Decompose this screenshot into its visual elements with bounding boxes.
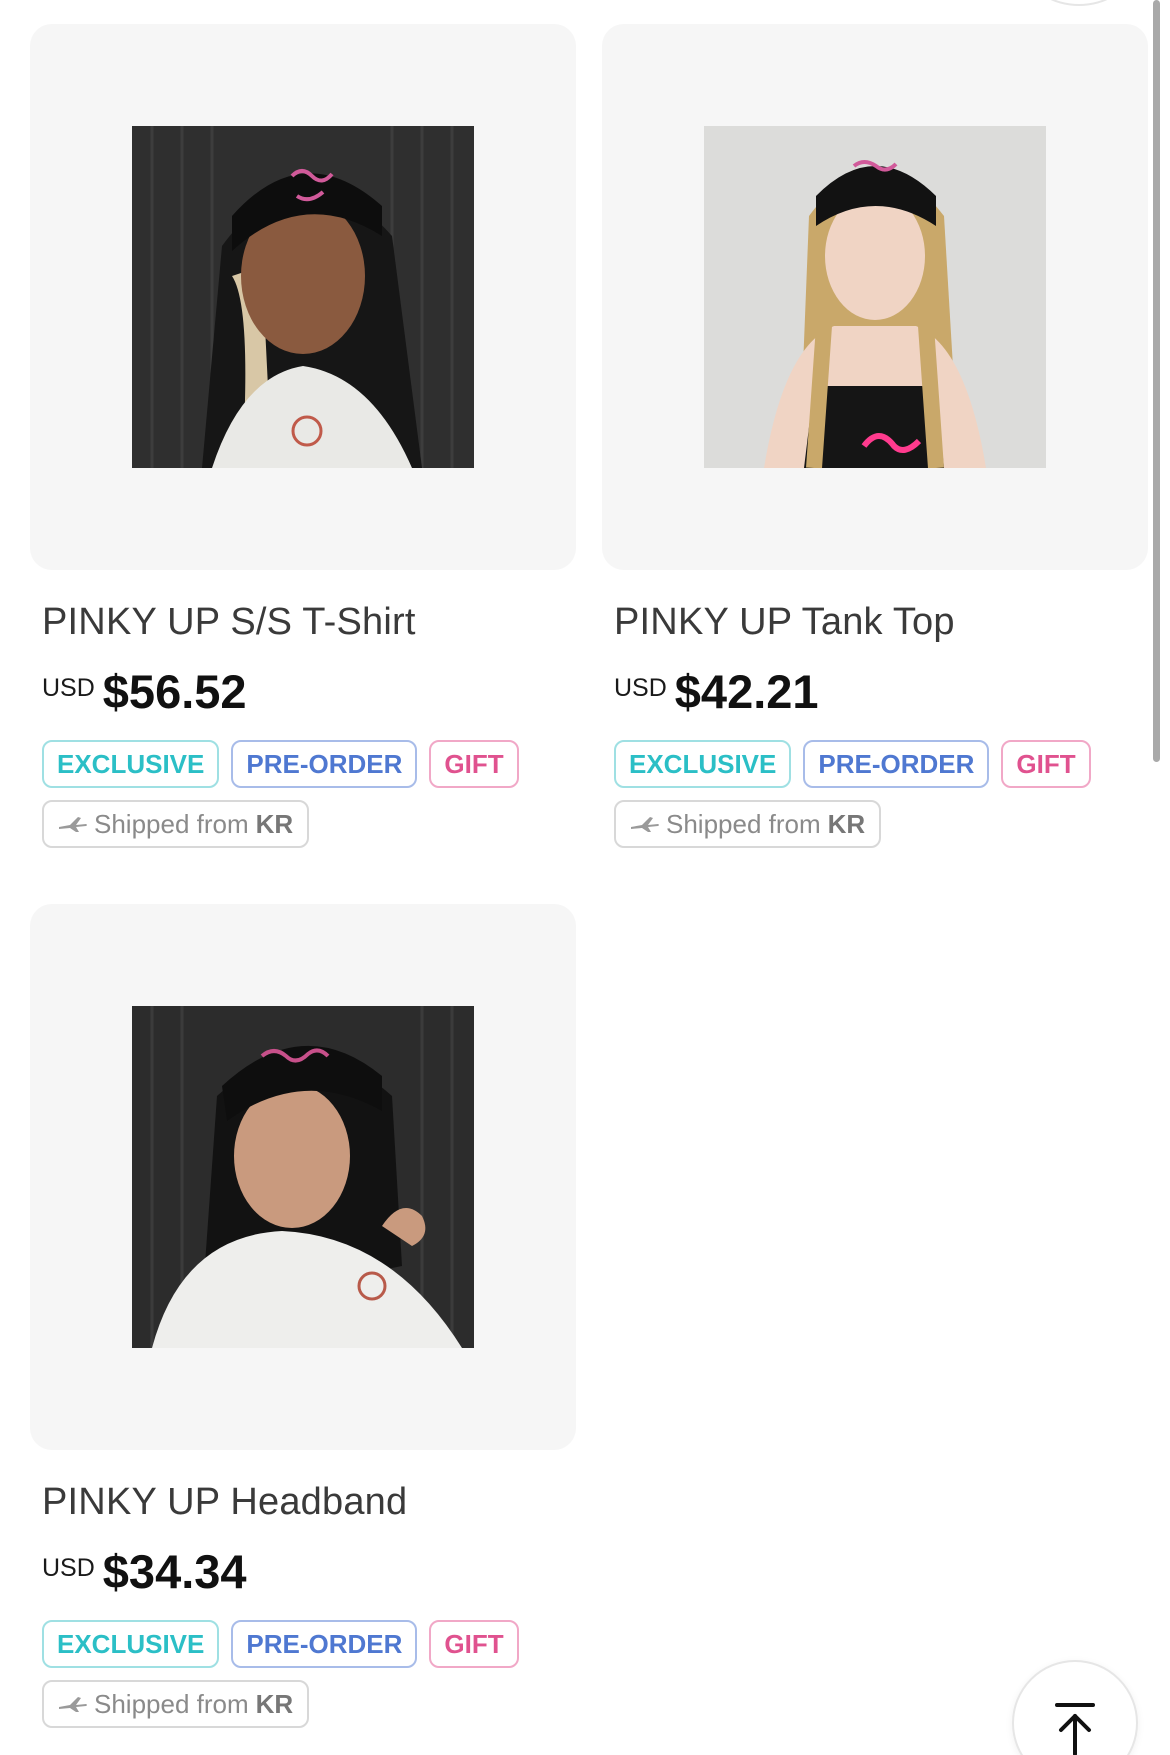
shipping-origin-badge: Shipped from KR (42, 1680, 310, 1728)
shipped-from-label: Shipped from (94, 1688, 249, 1719)
gift-badge: GIFT (1001, 740, 1091, 788)
product-image-frame[interactable] (30, 24, 576, 570)
gift-badge: GIFT (429, 740, 519, 788)
product-image-frame[interactable] (30, 904, 576, 1450)
shipping-origin-badge: Shipped from KR (614, 800, 882, 848)
product-grid-page: PINKY UP S/S T-Shirt USD $56.52 EXCLUSIV… (0, 0, 1170, 1755)
product-price: USD $34.34 (42, 1544, 576, 1600)
exclusive-badge: EXCLUSIVE (42, 740, 220, 788)
ship-origin-code: KR (827, 808, 866, 839)
tag-list: EXCLUSIVE PRE-ORDER GIFT (42, 740, 576, 788)
product-photo (132, 1006, 474, 1348)
product-card[interactable]: PINKY UP Headband USD $34.34 EXCLUSIVE P… (30, 904, 576, 1728)
shipped-from-label: Shipped from (666, 808, 821, 839)
airplane-icon (59, 1697, 87, 1712)
shipping-origin-badge: Shipped from KR (42, 800, 310, 848)
product-price: USD $42.21 (614, 664, 1148, 720)
price-amount: $42.21 (674, 665, 819, 718)
product-photo (132, 126, 474, 468)
airplane-icon (631, 817, 659, 832)
preorder-badge: PRE-ORDER (231, 1620, 418, 1668)
vertical-scrollbar[interactable] (1153, 0, 1160, 762)
product-price: USD $56.52 (42, 664, 576, 720)
scroll-to-top-button[interactable] (1012, 1660, 1138, 1755)
tag-list: EXCLUSIVE PRE-ORDER GIFT (42, 1620, 576, 1668)
ship-origin-code: KR (255, 1688, 294, 1719)
product-card[interactable]: PINKY UP S/S T-Shirt USD $56.52 EXCLUSIV… (30, 24, 576, 848)
tag-list: EXCLUSIVE PRE-ORDER GIFT (614, 740, 1148, 788)
price-amount: $56.52 (102, 665, 247, 718)
currency-label: USD (42, 1554, 95, 1582)
product-name[interactable]: PINKY UP Tank Top (614, 600, 1148, 644)
exclusive-badge: EXCLUSIVE (614, 740, 792, 788)
product-photo (704, 126, 1046, 468)
gift-badge: GIFT (429, 1620, 519, 1668)
currency-label: USD (614, 674, 667, 702)
airplane-icon (59, 817, 87, 832)
shipped-from-label: Shipped from (94, 808, 249, 839)
product-image-frame[interactable] (602, 24, 1148, 570)
preorder-badge: PRE-ORDER (803, 740, 990, 788)
product-name[interactable]: PINKY UP Headband (42, 1480, 576, 1524)
floating-button-partial[interactable] (1030, 0, 1128, 6)
ship-origin-code: KR (255, 808, 294, 839)
arrow-up-to-top-icon (1055, 1703, 1095, 1755)
exclusive-badge: EXCLUSIVE (42, 1620, 220, 1668)
product-name[interactable]: PINKY UP S/S T-Shirt (42, 600, 576, 644)
price-amount: $34.34 (102, 1545, 247, 1598)
preorder-badge: PRE-ORDER (231, 740, 418, 788)
product-card[interactable]: PINKY UP Tank Top USD $42.21 EXCLUSIVE P… (602, 24, 1148, 848)
currency-label: USD (42, 674, 95, 702)
